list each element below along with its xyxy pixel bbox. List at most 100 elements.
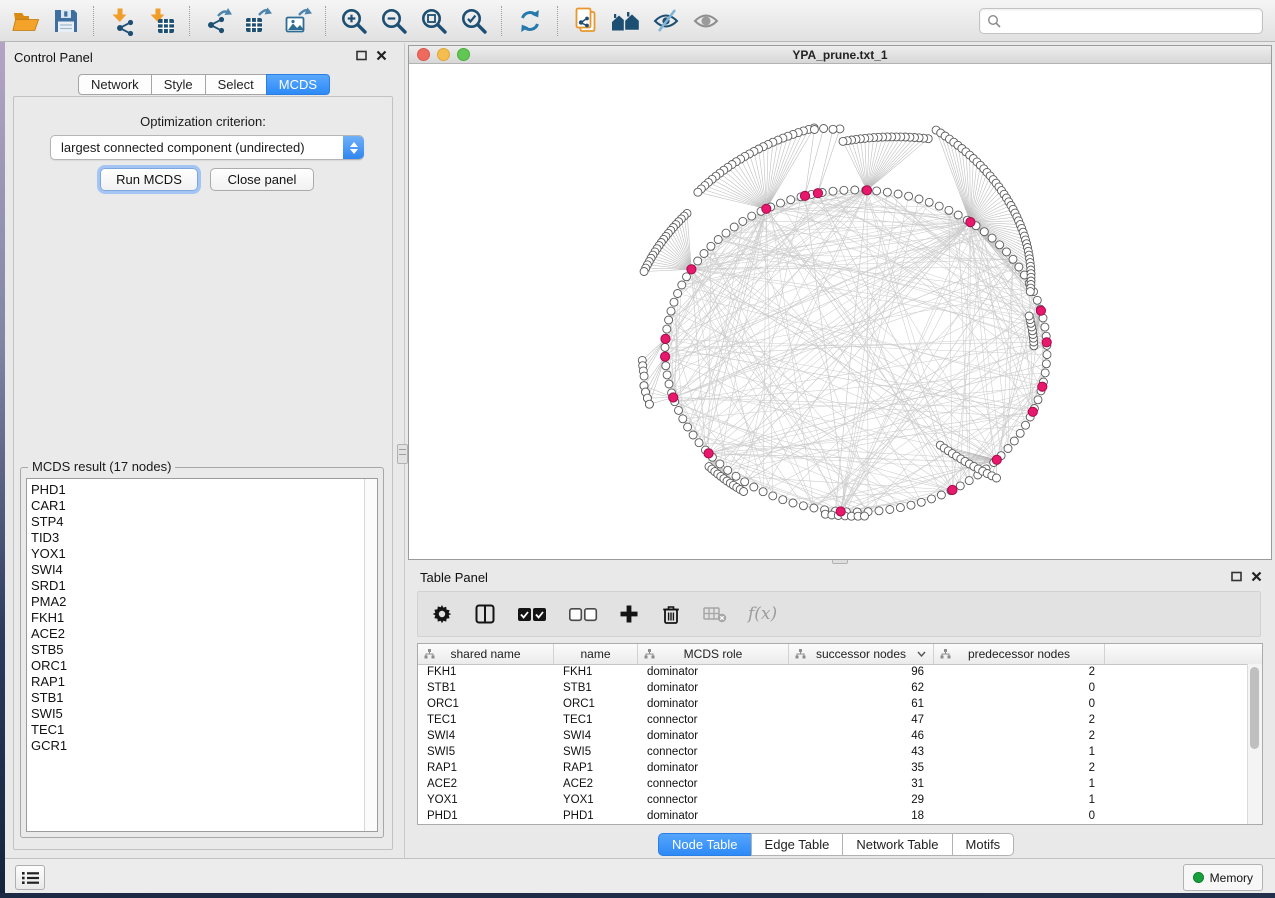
memory-button[interactable]: Memory bbox=[1183, 864, 1263, 891]
mcds-result-item[interactable]: RAP1 bbox=[31, 674, 377, 690]
tab-edge-table[interactable]: Edge Table bbox=[751, 833, 844, 856]
tree-icon bbox=[795, 649, 806, 659]
tab-network[interactable]: Network bbox=[78, 74, 152, 95]
zoom-in-button[interactable] bbox=[334, 3, 374, 39]
search-input[interactable] bbox=[1006, 13, 1255, 29]
import-network-button[interactable] bbox=[102, 3, 142, 39]
show-graphics-details-button[interactable] bbox=[686, 3, 726, 39]
table-cell: 47 bbox=[789, 712, 934, 728]
table-row[interactable]: FKH1FKH1dominator962 bbox=[418, 664, 1248, 680]
mcds-result-item[interactable]: SWI4 bbox=[31, 562, 377, 578]
table-cell: 31 bbox=[789, 776, 934, 792]
table-cell: 2 bbox=[934, 664, 1105, 680]
mcds-result-item[interactable]: YOX1 bbox=[31, 546, 377, 562]
mcds-result-item[interactable]: ACE2 bbox=[31, 626, 377, 642]
table-scrollbar-thumb[interactable] bbox=[1250, 667, 1259, 749]
mcds-result-item[interactable]: ORC1 bbox=[31, 658, 377, 674]
hide-graphics-details-button[interactable] bbox=[646, 3, 686, 39]
delete-column-button[interactable] bbox=[660, 603, 682, 625]
mcds-result-listbox: PHD1CAR1STP4TID3YOX1SWI4SRD1PMA2FKH1ACE2… bbox=[26, 478, 378, 832]
table-row[interactable]: ORC1ORC1dominator610 bbox=[418, 696, 1248, 712]
function-builder-button[interactable]: f(x) bbox=[748, 604, 777, 624]
close-panel-icon[interactable] bbox=[1251, 571, 1262, 582]
show-task-history-button[interactable] bbox=[15, 865, 45, 890]
column-header-predecessor-nodes[interactable]: predecessor nodes bbox=[934, 644, 1105, 664]
float-panel-icon[interactable] bbox=[1231, 571, 1242, 582]
vertical-splitter-handle[interactable] bbox=[397, 444, 408, 464]
table-row[interactable]: SWI5SWI5connector431 bbox=[418, 744, 1248, 760]
tab-style[interactable]: Style bbox=[151, 74, 206, 95]
memory-label: Memory bbox=[1210, 871, 1253, 885]
zoom-in-icon bbox=[339, 6, 369, 36]
table-row[interactable]: ACE2ACE2connector311 bbox=[418, 776, 1248, 792]
network-canvas[interactable] bbox=[409, 63, 1271, 559]
delete-table-button[interactable] bbox=[703, 605, 727, 623]
run-mcds-button[interactable]: Run MCDS bbox=[100, 168, 198, 191]
export-image-button[interactable] bbox=[278, 3, 318, 39]
mcds-result-item[interactable]: GCR1 bbox=[31, 738, 377, 754]
table-cell: 61 bbox=[789, 696, 934, 712]
export-network-icon bbox=[203, 6, 233, 36]
mcds-result-item[interactable]: TEC1 bbox=[31, 722, 377, 738]
show-all-networks-button[interactable] bbox=[606, 3, 646, 39]
mcds-result-item[interactable]: SRD1 bbox=[31, 578, 377, 594]
mcds-result-title: MCDS result (17 nodes) bbox=[28, 459, 175, 474]
mcds-result-item[interactable]: STB1 bbox=[31, 690, 377, 706]
split-view-button[interactable] bbox=[474, 603, 496, 625]
mcds-result-item[interactable]: SWI5 bbox=[31, 706, 377, 722]
plus-icon bbox=[619, 604, 639, 624]
network-from-file-button[interactable] bbox=[566, 3, 606, 39]
float-panel-icon[interactable] bbox=[356, 50, 367, 61]
column-header-name[interactable]: name bbox=[554, 644, 638, 664]
split-columns-icon bbox=[474, 603, 496, 625]
zoom-out-button[interactable] bbox=[374, 3, 414, 39]
tab-network-table[interactable]: Network Table bbox=[842, 833, 952, 856]
mcds-result-fieldset: MCDS result (17 nodes) PHD1CAR1STP4TID3Y… bbox=[20, 467, 384, 838]
sort-desc-icon bbox=[917, 651, 926, 657]
open-file-button[interactable] bbox=[6, 3, 46, 39]
export-network-button[interactable] bbox=[198, 3, 238, 39]
list-scrollbar-track[interactable] bbox=[364, 479, 377, 831]
table-scrollbar-track[interactable] bbox=[1247, 664, 1262, 824]
refresh-button[interactable] bbox=[510, 3, 550, 39]
zoom-fit-button[interactable] bbox=[414, 3, 454, 39]
add-column-button[interactable] bbox=[619, 604, 639, 624]
import-table-button[interactable] bbox=[142, 3, 182, 39]
tab-select[interactable]: Select bbox=[205, 74, 267, 95]
mcds-result-item[interactable]: PHD1 bbox=[31, 482, 377, 498]
table-cell: SWI4 bbox=[554, 728, 638, 744]
column-header-shared-name[interactable]: shared name bbox=[418, 644, 554, 664]
zoom-selected-button[interactable] bbox=[454, 3, 494, 39]
toolbar-separator bbox=[501, 6, 503, 36]
optimization-criterion-select[interactable]: largest connected component (undirected) bbox=[50, 135, 364, 160]
table-row[interactable]: RAP1RAP1dominator352 bbox=[418, 760, 1248, 776]
column-header-mcds-role[interactable]: MCDS role bbox=[638, 644, 789, 664]
mcds-result-item[interactable]: CAR1 bbox=[31, 498, 377, 514]
mcds-result-item[interactable]: FKH1 bbox=[31, 610, 377, 626]
table-row[interactable]: SWI4SWI4dominator462 bbox=[418, 728, 1248, 744]
mcds-result-item[interactable]: TID3 bbox=[31, 530, 377, 546]
table-cell: 1 bbox=[934, 744, 1105, 760]
mcds-result-item[interactable]: STB5 bbox=[31, 642, 377, 658]
tab-motifs[interactable]: Motifs bbox=[952, 833, 1015, 856]
network-window-titlebar[interactable]: YPA_prune.txt_1 bbox=[409, 46, 1271, 64]
table-row[interactable]: TEC1TEC1connector472 bbox=[418, 712, 1248, 728]
close-panel-button[interactable]: Close panel bbox=[210, 168, 314, 191]
column-settings-button[interactable] bbox=[431, 603, 453, 625]
toolbar-separator bbox=[325, 6, 327, 36]
mcds-result-item[interactable]: STP4 bbox=[31, 514, 377, 530]
close-panel-icon[interactable] bbox=[376, 50, 387, 61]
toolbar-separator bbox=[189, 6, 191, 36]
table-row[interactable]: YOX1YOX1connector291 bbox=[418, 792, 1248, 808]
table-row[interactable]: PHD1PHD1dominator180 bbox=[418, 808, 1248, 824]
column-header-successor-nodes[interactable]: successor nodes bbox=[789, 644, 934, 664]
tab-node-table[interactable]: Node Table bbox=[658, 833, 752, 856]
tab-mcds[interactable]: MCDS bbox=[266, 74, 330, 95]
mcds-result-item[interactable]: PMA2 bbox=[31, 594, 377, 610]
select-all-button[interactable] bbox=[517, 607, 547, 622]
save-session-button[interactable] bbox=[46, 3, 86, 39]
deselect-all-button[interactable] bbox=[568, 607, 598, 622]
export-table-button[interactable] bbox=[238, 3, 278, 39]
table-panel-title: Table Panel bbox=[420, 570, 488, 585]
table-row[interactable]: STB1STB1dominator620 bbox=[418, 680, 1248, 696]
